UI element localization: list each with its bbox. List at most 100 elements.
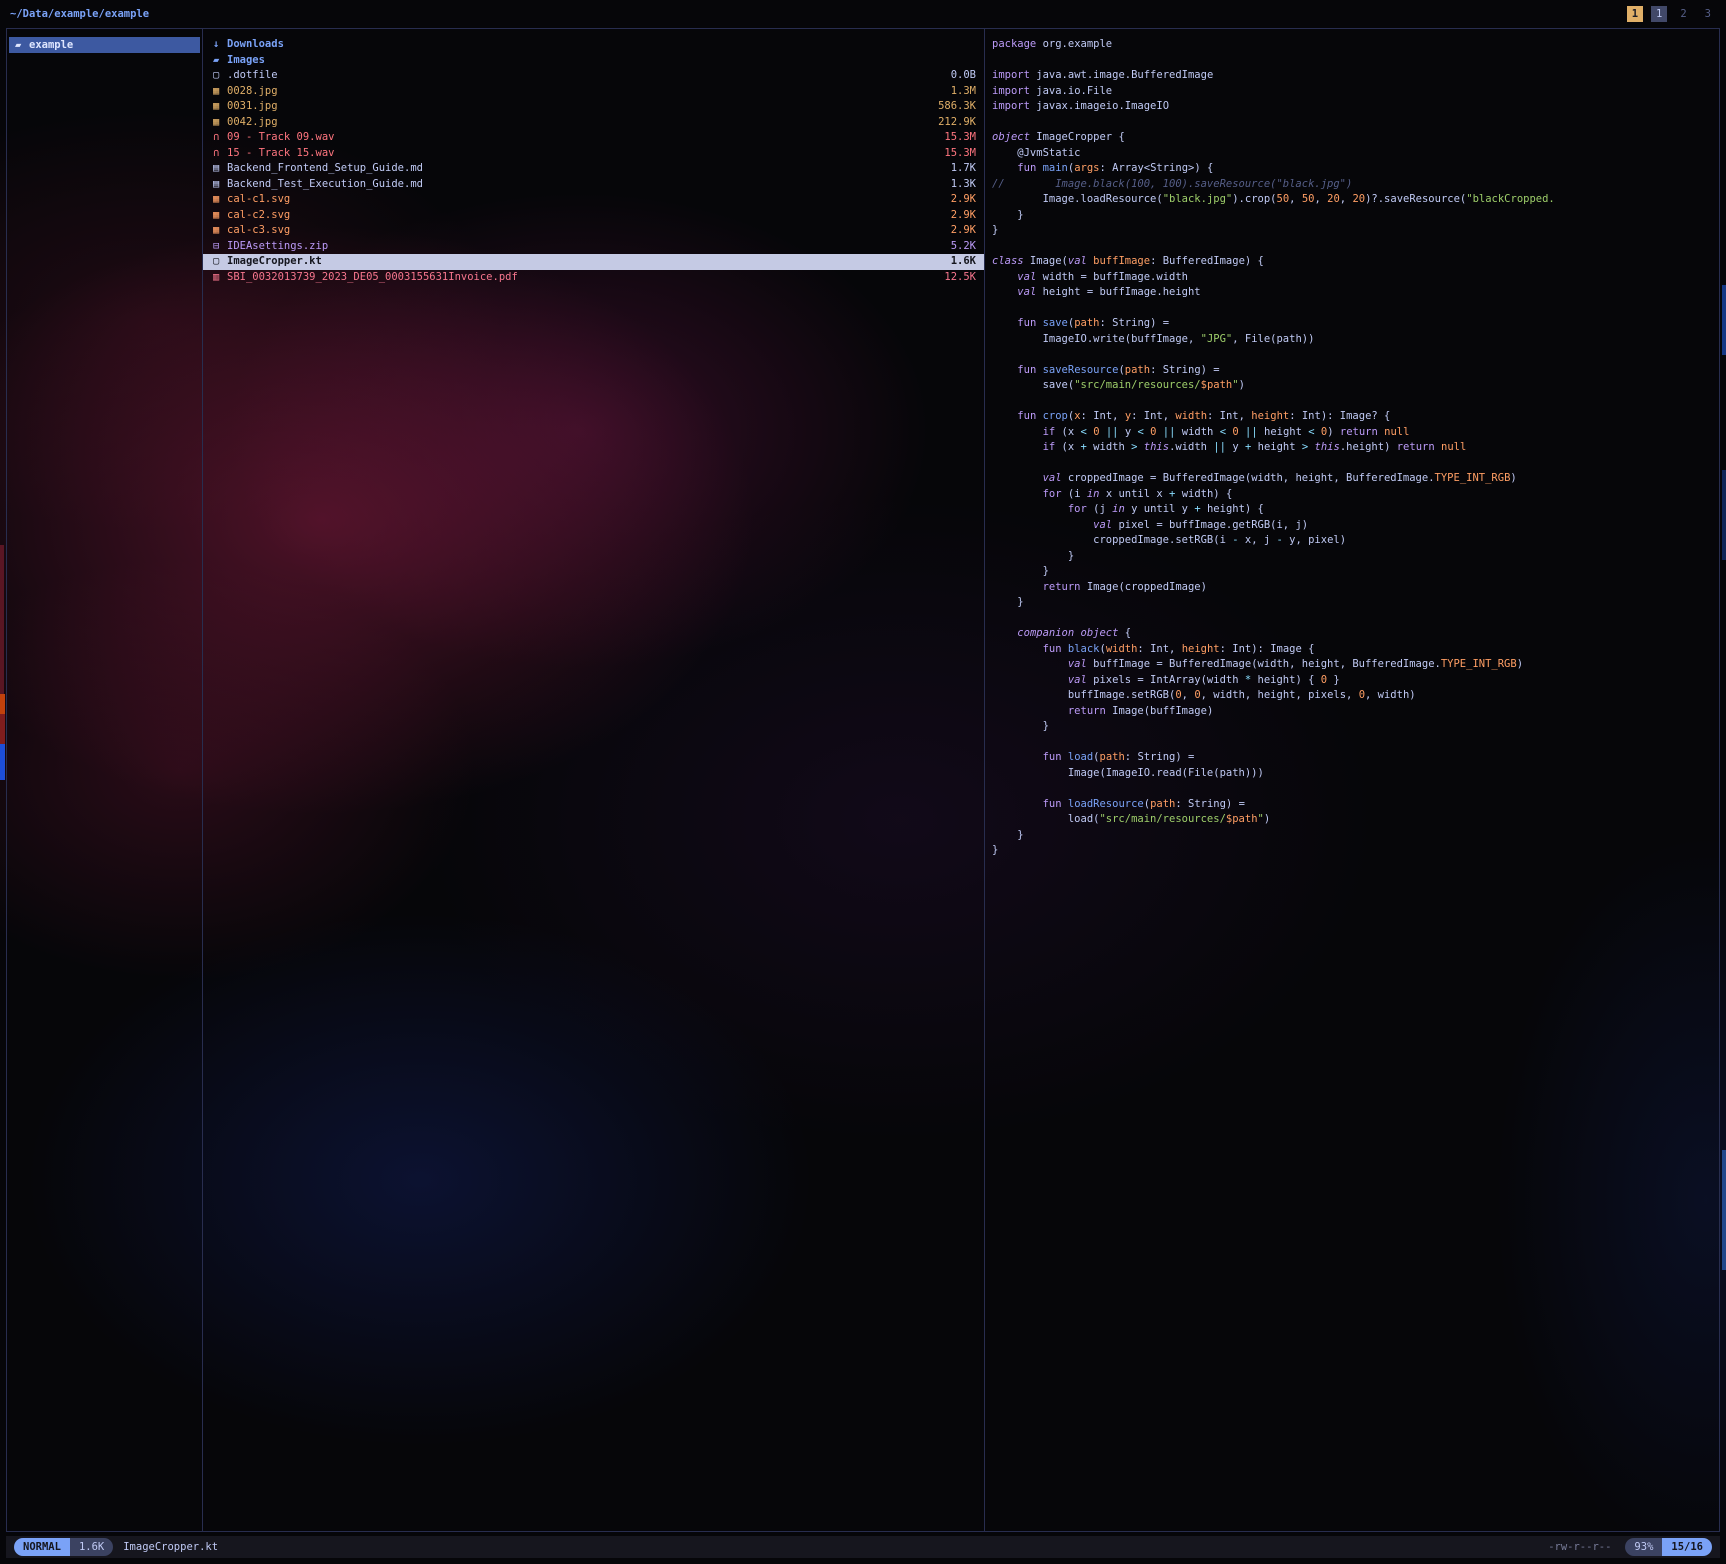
code-line: fun loadResource(path: String) = bbox=[992, 797, 1719, 813]
code-line: } bbox=[992, 828, 1719, 844]
file-row[interactable]: ↓Downloads bbox=[203, 37, 984, 53]
file-row[interactable]: ▦cal-c2.svg2.9K bbox=[203, 208, 984, 224]
parent-dir-item[interactable]: ▰example bbox=[9, 37, 200, 53]
file-size: 212.9K bbox=[930, 115, 976, 131]
tab-1[interactable]: 1 bbox=[1651, 6, 1667, 22]
file-size: 1.3K bbox=[943, 177, 976, 193]
code-line: class Image(val buffImage: BufferedImage… bbox=[992, 254, 1719, 270]
file-name: cal-c1.svg bbox=[227, 192, 290, 208]
file-permissions: -rw-r--r-- bbox=[1548, 1541, 1611, 1553]
panes-frame: ▰example ↓Downloads▰Images▢.dotfile0.0B▦… bbox=[6, 28, 1720, 1532]
code-line: fun saveResource(path: String) = bbox=[992, 363, 1719, 379]
pdf-icon: ▥ bbox=[213, 270, 227, 286]
code-line: fun save(path: String) = bbox=[992, 316, 1719, 332]
file-row[interactable]: ▦0031.jpg586.3K bbox=[203, 99, 984, 115]
image-icon: ▦ bbox=[213, 84, 227, 100]
file-row[interactable]: ▰Images bbox=[203, 53, 984, 69]
code-line: croppedImage.setRGB(i - x, j - y, pixel) bbox=[992, 533, 1719, 549]
code-line bbox=[992, 611, 1719, 627]
file-name: Downloads bbox=[227, 37, 284, 53]
status-bar: NORMAL 1.6K ImageCropper.kt -rw-r--r-- 9… bbox=[6, 1536, 1720, 1558]
file-name: Backend_Test_Execution_Guide.md bbox=[227, 177, 423, 193]
code-line: } bbox=[992, 595, 1719, 611]
file-name: cal-c2.svg bbox=[227, 208, 290, 224]
image-icon: ▦ bbox=[213, 223, 227, 239]
code-line bbox=[992, 53, 1719, 69]
tab-1[interactable]: 1 bbox=[1627, 6, 1643, 22]
markdown-icon: ▤ bbox=[213, 177, 227, 193]
zip-icon: ⊟ bbox=[213, 239, 227, 255]
code-line bbox=[992, 115, 1719, 131]
file-row[interactable]: ▦cal-c3.svg2.9K bbox=[203, 223, 984, 239]
file-size: 1.3M bbox=[943, 84, 976, 100]
code-line: fun main(args: Array<String>) { bbox=[992, 161, 1719, 177]
file-size: 0.0B bbox=[943, 68, 976, 84]
code-line: return Image(croppedImage) bbox=[992, 580, 1719, 596]
header-bar: ~/Data/example/example 1123 bbox=[0, 0, 1726, 28]
code-line: } bbox=[992, 719, 1719, 735]
code-line bbox=[992, 735, 1719, 751]
preview-pane[interactable]: package org.example import java.awt.imag… bbox=[985, 29, 1719, 1531]
code-line: } bbox=[992, 564, 1719, 580]
cwd-path: ~/Data/example/example bbox=[10, 8, 149, 20]
file-name: 0042.jpg bbox=[227, 115, 278, 131]
file-name: ImageCropper.kt bbox=[227, 254, 322, 270]
file-name: IDEAsettings.zip bbox=[227, 239, 328, 255]
file-name: 15 - Track 15.wav bbox=[227, 146, 334, 162]
code-line: if (x + width > this.width || y + height… bbox=[992, 440, 1719, 456]
code-line bbox=[992, 239, 1719, 255]
cursor-position-badge: 15/16 bbox=[1662, 1538, 1712, 1556]
file-name: Backend_Frontend_Setup_Guide.md bbox=[227, 161, 423, 177]
file-row[interactable]: ▢ImageCropper.kt1.6K bbox=[203, 254, 984, 270]
code-lines: package org.example import java.awt.imag… bbox=[992, 37, 1719, 859]
code-line: load("src/main/resources/$path") bbox=[992, 812, 1719, 828]
code-line: val buffImage = BufferedImage(width, hei… bbox=[992, 657, 1719, 673]
code-line: } bbox=[992, 549, 1719, 565]
file-size: 2.9K bbox=[943, 192, 976, 208]
wallpaper-accent bbox=[1722, 1150, 1726, 1270]
code-line bbox=[992, 347, 1719, 363]
code-line bbox=[992, 301, 1719, 317]
code-line: package org.example bbox=[992, 37, 1719, 53]
code-line: if (x < 0 || y < 0 || width < 0 || heigh… bbox=[992, 425, 1719, 441]
tab-2[interactable]: 2 bbox=[1675, 6, 1691, 22]
code-line: // Image.black(100, 100).saveResource("b… bbox=[992, 177, 1719, 193]
file-row[interactable]: ▢.dotfile0.0B bbox=[203, 68, 984, 84]
file-name: 09 - Track 09.wav bbox=[227, 130, 334, 146]
dir-name: example bbox=[29, 37, 73, 53]
file-size: 12.5K bbox=[936, 270, 976, 286]
code-line: for (j in y until y + height) { bbox=[992, 502, 1719, 518]
file-list: ↓Downloads▰Images▢.dotfile0.0B▦0028.jpg1… bbox=[203, 29, 985, 1531]
wallpaper-accent bbox=[1722, 285, 1726, 355]
code-line: companion object { bbox=[992, 626, 1719, 642]
folder-icon: ▰ bbox=[15, 37, 29, 53]
file-row[interactable]: ▤Backend_Test_Execution_Guide.md 1.3K bbox=[203, 177, 984, 193]
tab-3[interactable]: 3 bbox=[1700, 6, 1716, 22]
file-row[interactable]: ▥SBI_0032013739_2023_DE05_0003155631Invo… bbox=[203, 270, 984, 286]
folder-icon: ▰ bbox=[213, 53, 227, 69]
wallpaper-accent bbox=[0, 714, 5, 744]
file-name: Images bbox=[227, 53, 265, 69]
file-row[interactable]: ∩15 - Track 15.wav15.3M bbox=[203, 146, 984, 162]
file-size: 586.3K bbox=[930, 99, 976, 115]
scroll-percent-badge: 93% bbox=[1625, 1538, 1662, 1556]
file-row[interactable]: ⊟IDEAsettings.zip 5.2K bbox=[203, 239, 984, 255]
file-size: 5.2K bbox=[943, 239, 976, 255]
code-line: } bbox=[992, 223, 1719, 239]
code-line: } bbox=[992, 843, 1719, 859]
code-line: val width = buffImage.width bbox=[992, 270, 1719, 286]
code-line: fun crop(x: Int, y: Int, width: Int, hei… bbox=[992, 409, 1719, 425]
file-row[interactable]: ∩09 - Track 09.wav15.3M bbox=[203, 130, 984, 146]
code-line: Image.loadResource("black.jpg").crop(50,… bbox=[992, 192, 1719, 208]
code-line: import java.awt.image.BufferedImage bbox=[992, 68, 1719, 84]
file-row[interactable]: ▤Backend_Frontend_Setup_Guide.md1.7K bbox=[203, 161, 984, 177]
file-row[interactable]: ▦0028.jpg1.3M bbox=[203, 84, 984, 100]
wallpaper-accent bbox=[0, 744, 5, 780]
audio-icon: ∩ bbox=[213, 130, 227, 146]
audio-icon: ∩ bbox=[213, 146, 227, 162]
file-size-badge: 1.6K bbox=[70, 1538, 113, 1556]
file-row[interactable]: ▦0042.jpg212.9K bbox=[203, 115, 984, 131]
file-size: 1.7K bbox=[943, 161, 976, 177]
code-line: val pixel = buffImage.getRGB(i, j) bbox=[992, 518, 1719, 534]
file-row[interactable]: ▦cal-c1.svg2.9K bbox=[203, 192, 984, 208]
